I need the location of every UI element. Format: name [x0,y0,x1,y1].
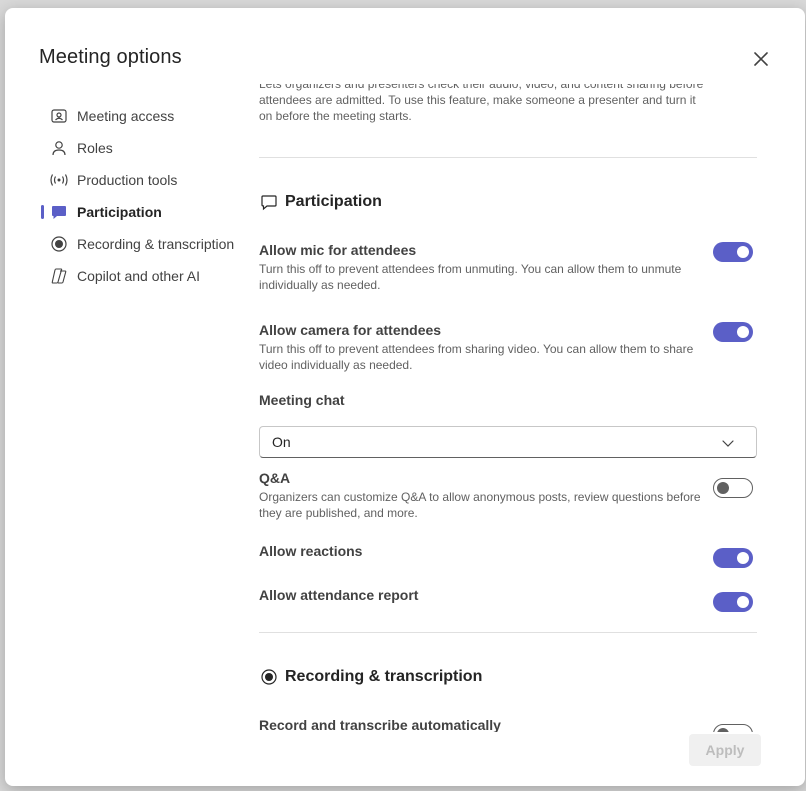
camera-description: Turn this off to prevent attendees from … [259,342,694,372]
close-button[interactable] [749,47,773,71]
section-divider [259,632,757,633]
nav-item-label: Roles [77,140,113,156]
mic-description: Turn this off to prevent attendees from … [259,262,682,292]
auto-record-label: Record and transcribe automatically [259,717,501,732]
reactions-toggle[interactable] [713,548,753,568]
nav-item-production-tools[interactable]: Production tools [41,164,251,196]
meeting-chat-dropdown[interactable]: On [259,426,757,458]
nav-item-recording[interactable]: Recording & transcription [41,228,251,260]
chat-bubble-icon [259,192,279,212]
nav-item-label: Participation [77,204,162,220]
active-indicator [41,205,44,219]
qa-label: Q&A [259,470,291,486]
options-nav: Meeting access Roles Production tools Pa… [41,100,251,292]
meeting-access-icon [49,106,69,126]
broadcast-icon [49,170,69,190]
close-icon [754,52,768,66]
nav-item-meeting-access[interactable]: Meeting access [41,100,251,132]
options-content[interactable]: Lets organizers and presenters check the… [259,84,759,732]
meeting-chat-value: On [272,434,291,450]
meeting-options-dialog: Meeting options Meeting access Roles Pro… [5,8,805,786]
reactions-label: Allow reactions [259,543,363,559]
qa-description: Organizers can customize Q&A to allow an… [259,490,701,520]
camera-label: Allow camera for attendees [259,322,442,338]
mic-toggle[interactable] [713,242,753,262]
copilot-icon [49,266,69,286]
nav-item-label: Meeting access [77,108,175,124]
record-icon [49,234,69,254]
camera-toggle[interactable] [713,322,753,342]
mic-label: Allow mic for attendees [259,242,417,258]
participation-heading: Participation [259,192,382,212]
person-icon [49,138,69,158]
nav-item-participation[interactable]: Participation [41,196,251,228]
auto-record-toggle[interactable] [713,724,753,732]
nav-item-roles[interactable]: Roles [41,132,251,164]
attendance-toggle[interactable] [713,592,753,612]
recording-heading: Recording & transcription [259,667,482,687]
qa-toggle[interactable] [713,478,753,498]
lobby-feature-description: Lets organizers and presenters check the… [259,84,704,123]
meeting-chat-label: Meeting chat [259,392,345,408]
apply-button[interactable]: Apply [689,734,761,766]
nav-item-copilot[interactable]: Copilot and other AI [41,260,251,292]
attendance-label: Allow attendance report [259,587,419,603]
recording-heading-text: Recording & transcription [285,668,483,685]
nav-item-label: Production tools [77,172,178,188]
dialog-title: Meeting options [39,46,182,68]
nav-item-label: Recording & transcription [77,236,235,252]
participation-heading-text: Participation [285,193,382,210]
chevron-down-icon [722,440,734,447]
record-icon [259,667,279,687]
section-divider [259,157,757,158]
chat-bubble-icon [49,202,69,222]
nav-item-label: Copilot and other AI [77,268,200,284]
